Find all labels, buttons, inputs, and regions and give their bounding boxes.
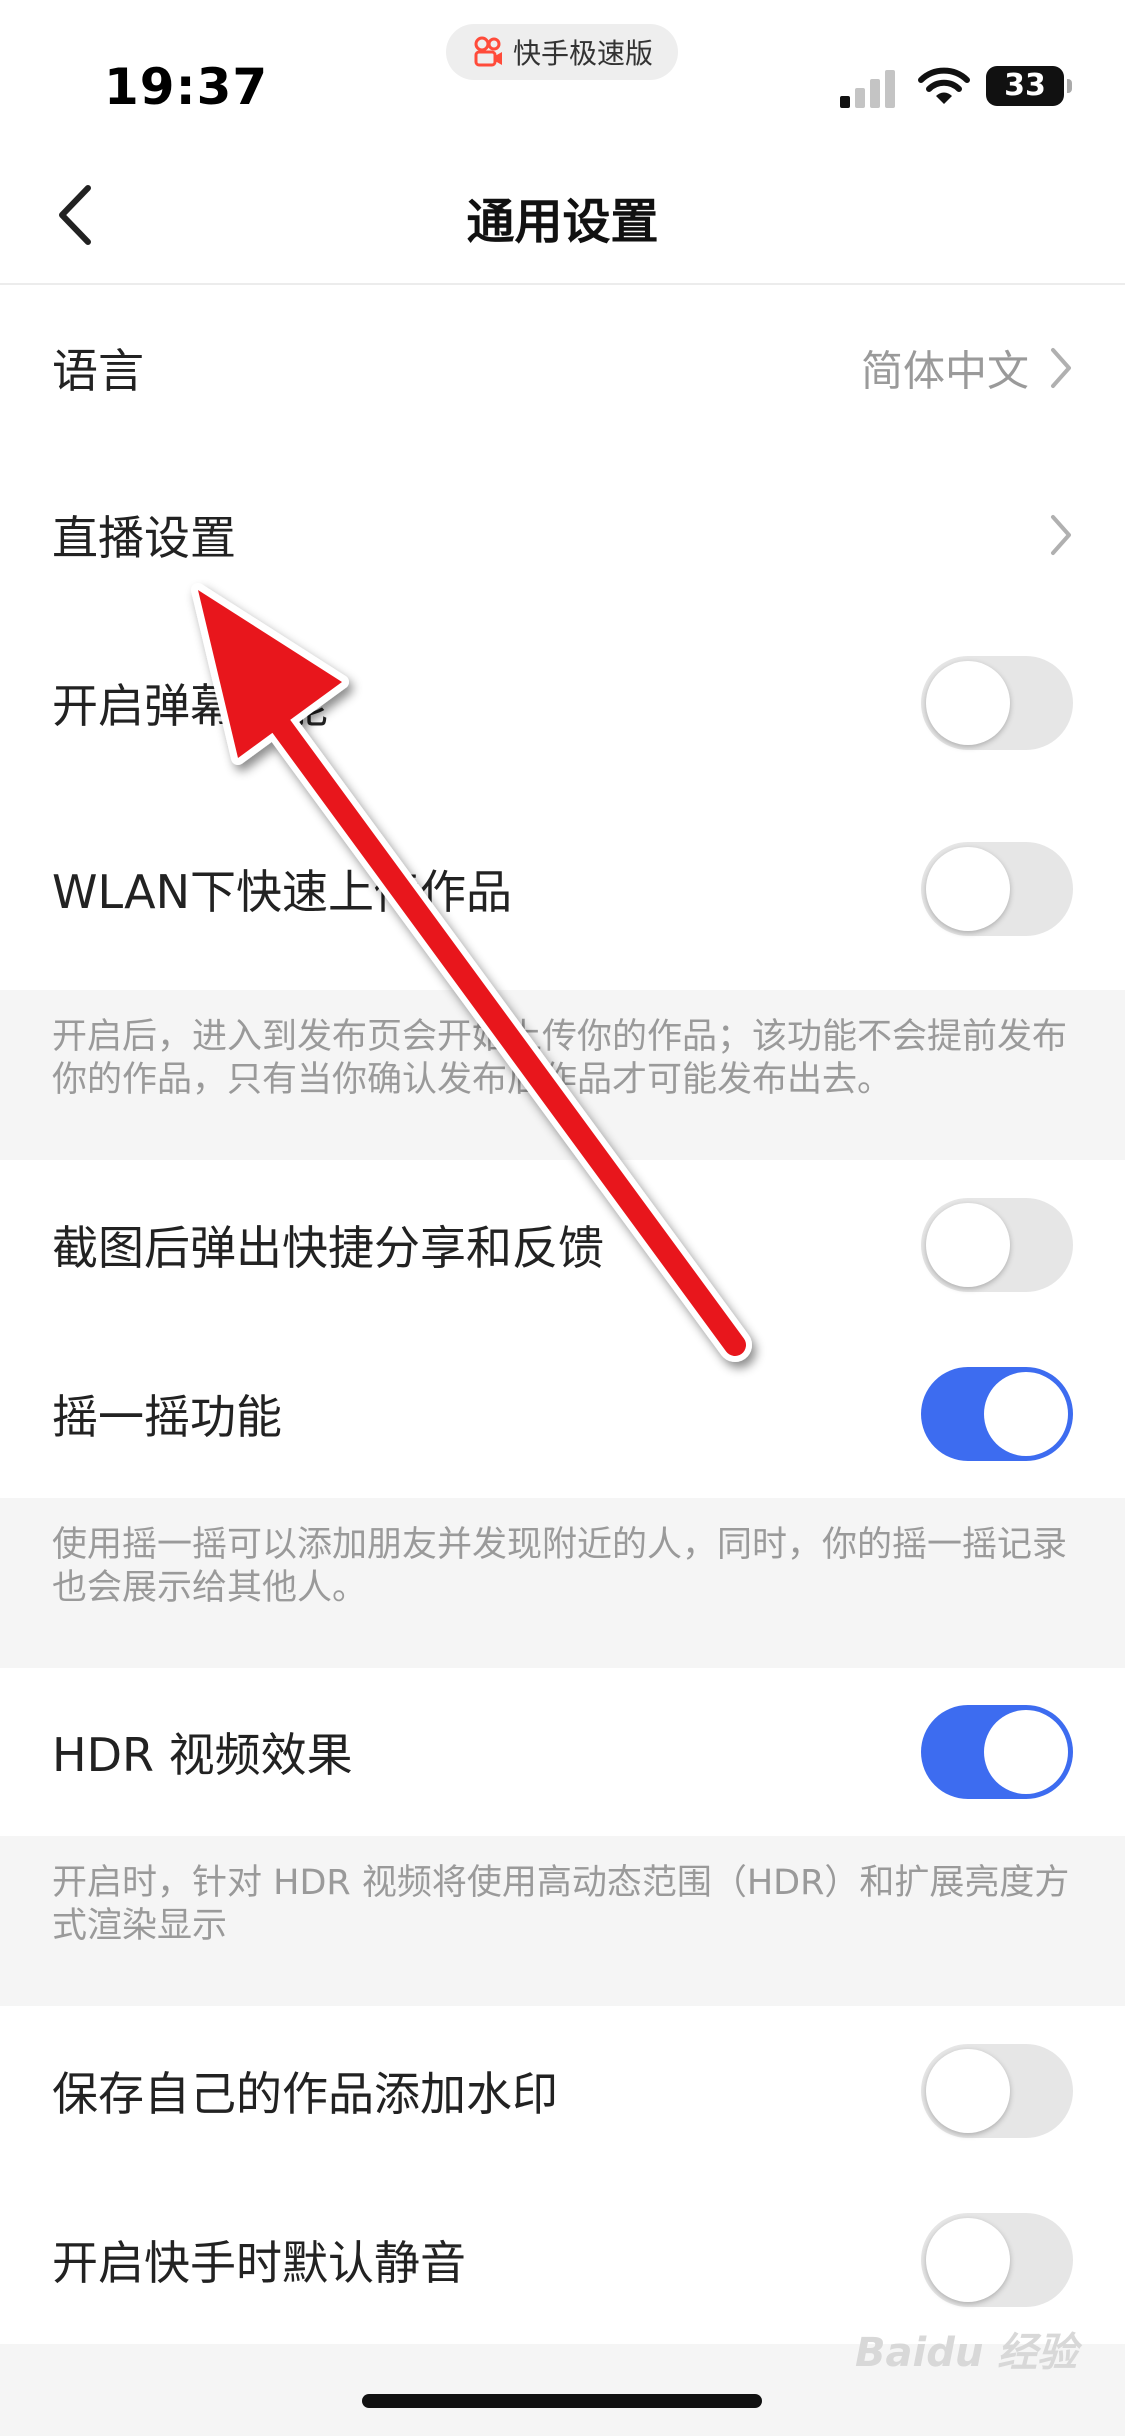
battery-icon: 33: [986, 66, 1072, 106]
wlan-upload-note: 开启后，进入到发布页会开始上传你的作品；该功能不会提前发布你的作品，只有当你确认…: [52, 1017, 1068, 1100]
screenshot-share-toggle[interactable]: [921, 1198, 1073, 1292]
watermark-toggle[interactable]: [921, 2044, 1073, 2138]
app-indicator-pill[interactable]: 快手极速版: [446, 24, 678, 80]
setting-note: 开启后，进入到发布页会开始上传你的作品；该功能不会提前发布你的作品，只有当你确认…: [0, 990, 1125, 1160]
kuaishou-logo-icon: [474, 36, 502, 67]
toggle-knob: [926, 661, 1010, 745]
setting-note: 开启时，针对 HDR 视频将使用高动态范围（HDR）和扩展亮度方式渲染显示: [0, 1836, 1125, 2006]
shake-toggle[interactable]: [921, 1367, 1073, 1461]
status-bar: 19:37 快手极速版 33: [0, 0, 1125, 150]
setting-row-mute: 开启快手时默认静音: [0, 2176, 1125, 2344]
hdr-toggle[interactable]: [921, 1705, 1073, 1799]
toggle-knob: [984, 1710, 1068, 1794]
setting-label: 语言: [52, 344, 144, 398]
setting-label: 截图后弹出快捷分享和反馈: [52, 1221, 604, 1275]
setting-label: 保存自己的作品添加水印: [52, 2067, 558, 2121]
baidu-watermark: Baidu 经验: [855, 2330, 1078, 2376]
setting-label: 摇一摇功能: [52, 1390, 282, 1444]
chevron-right-icon: [1051, 515, 1071, 555]
setting-label: 开启快手时默认静音: [52, 2236, 466, 2290]
setting-label: WLAN下快速上传作品: [52, 864, 513, 919]
wlan-upload-toggle[interactable]: [921, 841, 1073, 936]
page-title: 通用设置: [466, 194, 659, 250]
wifi-icon: [918, 67, 970, 104]
setting-row-hdr: HDR 视频效果: [0, 1668, 1125, 1836]
toggle-knob: [984, 1372, 1068, 1456]
setting-row-watermark: 保存自己的作品添加水印: [0, 2006, 1125, 2176]
setting-row-danmaku: 开启弹幕功能: [0, 619, 1125, 787]
setting-label: HDR 视频效果: [52, 1728, 353, 1782]
setting-label: 直播设置: [52, 511, 236, 565]
home-indicator[interactable]: [362, 2394, 762, 2408]
setting-value: 简体中文: [860, 346, 1029, 396]
mute-toggle[interactable]: [921, 2213, 1073, 2307]
setting-row-language[interactable]: 语言 简体中文: [0, 285, 1125, 451]
setting-note: 使用摇一摇可以添加朋友并发现附近的人，同时，你的摇一摇记录也会展示给其他人。: [0, 1498, 1125, 1668]
app-indicator-label: 快手极速版: [512, 37, 653, 70]
hdr-note: 开启时，针对 HDR 视频将使用高动态范围（HDR）和扩展亮度方式渲染显示: [52, 1863, 1070, 1946]
toggle-knob: [926, 1203, 1010, 1287]
toggle-knob: [926, 2218, 1010, 2302]
setting-label: 开启弹幕功能: [52, 679, 328, 733]
setting-row-wlan-upload: WLAN下快速上传作品: [0, 787, 1125, 990]
shake-note: 使用摇一摇可以添加朋友并发现附近的人，同时，你的摇一摇记录也会展示给其他人。: [52, 1525, 1068, 1608]
toggle-knob: [926, 846, 1010, 931]
setting-row-live[interactable]: 直播设置: [0, 451, 1125, 619]
cellular-signal-icon: [840, 70, 895, 108]
danmaku-toggle[interactable]: [921, 656, 1073, 750]
nav-bar: 通用设置: [0, 150, 1125, 285]
chevron-right-icon: [1051, 348, 1071, 388]
status-time: 19:37: [104, 58, 269, 116]
setting-row-screenshot-share: 截图后弹出快捷分享和反馈: [0, 1160, 1125, 1330]
toggle-knob: [926, 2049, 1010, 2133]
setting-row-shake: 摇一摇功能: [0, 1330, 1125, 1498]
